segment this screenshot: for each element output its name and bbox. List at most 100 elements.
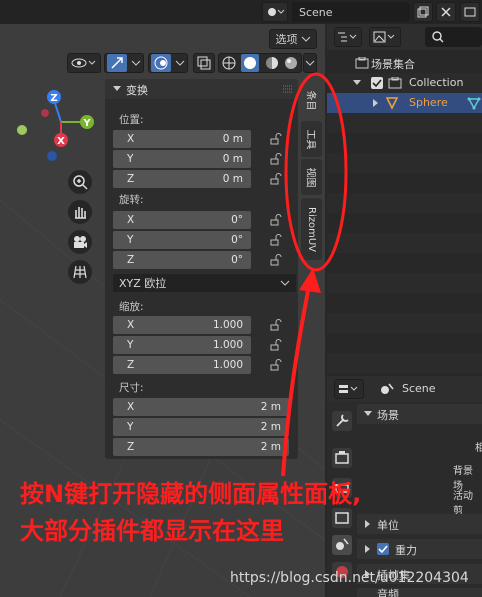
- new-scene-button[interactable]: [413, 2, 433, 22]
- field-value: 2 m: [260, 441, 281, 453]
- outliner[interactable]: 场景集合 Collection Sphere: [327, 24, 482, 374]
- camera-icon: [74, 236, 87, 248]
- hand-icon: [75, 207, 86, 219]
- lock-icon[interactable]: [270, 173, 282, 185]
- outliner-row-collection[interactable]: Collection: [327, 73, 482, 93]
- field-value: 0 m: [222, 173, 243, 185]
- pan-button[interactable]: [68, 200, 92, 224]
- location-z-field[interactable]: Z 0 m: [113, 170, 251, 188]
- checkbox[interactable]: [371, 77, 383, 89]
- tab-tool[interactable]: 工具: [301, 121, 322, 157]
- rotation-mode-value: XYZ 欧拉: [119, 277, 167, 290]
- scene-browse-button[interactable]: [262, 2, 288, 22]
- properties-icon: [339, 385, 358, 393]
- rotation-x-field[interactable]: X 0°: [113, 211, 251, 229]
- chevron-down-icon: [113, 86, 121, 91]
- outliner-row-scene-collection[interactable]: 场景集合: [327, 53, 482, 73]
- material-shading-icon[interactable]: [265, 56, 279, 70]
- lock-icon[interactable]: [270, 133, 282, 145]
- field-value: 1.000: [212, 359, 243, 371]
- dimensions-z-field[interactable]: Z 2 m: [113, 438, 289, 456]
- lock-icon[interactable]: [270, 359, 282, 371]
- overlays-icon: [151, 54, 171, 72]
- location-x-field[interactable]: X 0 m: [113, 130, 251, 148]
- image-icon: [373, 31, 395, 43]
- chevron-down-icon: [301, 36, 310, 42]
- outliner-row-sphere[interactable]: Sphere: [327, 93, 482, 113]
- rotation-z-field[interactable]: Z 0°: [113, 251, 251, 269]
- xray-toggle[interactable]: [193, 53, 215, 73]
- rotation-y-field[interactable]: Y 0°: [113, 231, 251, 249]
- overlays-dropdown[interactable]: [148, 53, 188, 73]
- gizmo-dropdown[interactable]: [104, 53, 144, 73]
- wireframe-shading-icon[interactable]: [222, 56, 236, 70]
- outliner-empty-row: [327, 233, 482, 253]
- lock-icon[interactable]: [270, 254, 282, 266]
- zoom-button[interactable]: [68, 170, 92, 194]
- filter-dropdown[interactable]: [369, 27, 401, 47]
- copy-icon: [417, 6, 429, 18]
- options-dropdown[interactable]: 选项: [269, 29, 317, 49]
- render-tab[interactable]: [332, 448, 352, 468]
- chevron-right-icon[interactable]: [372, 99, 380, 107]
- neg-y-handle[interactable]: [17, 125, 27, 135]
- display-mode-dropdown[interactable]: [334, 27, 362, 47]
- field-value: 1.000: [212, 319, 243, 331]
- chevron-down-icon[interactable]: [353, 79, 361, 87]
- neg-z-handle[interactable]: [47, 151, 57, 161]
- navigation-gizmo[interactable]: Z Y X: [14, 86, 104, 166]
- camera-view-button[interactable]: [68, 230, 92, 254]
- search-icon: [432, 31, 444, 43]
- perspective-toggle-button[interactable]: [68, 260, 92, 284]
- xray-icon: [197, 56, 211, 70]
- y-axis-label: Y: [82, 118, 91, 129]
- visibility-dropdown[interactable]: [67, 53, 101, 73]
- lock-icon[interactable]: [270, 214, 282, 226]
- annotation-text-line-2: 大部分插件都显示在这里: [20, 517, 284, 545]
- solid-shading-icon[interactable]: [241, 54, 260, 72]
- options-label: 选项: [275, 33, 298, 46]
- collection-label: Collection: [409, 76, 464, 89]
- location-y-field[interactable]: Y 0 m: [113, 150, 251, 168]
- scene-panel-header[interactable]: 场景: [357, 404, 482, 424]
- view-layer-tab[interactable]: [332, 508, 352, 528]
- transform-panel-title: 变换: [126, 84, 148, 97]
- scale-y-field[interactable]: Y 1.000: [113, 336, 251, 354]
- outliner-search-input[interactable]: [425, 27, 482, 47]
- view-layer-button[interactable]: [460, 2, 480, 22]
- grid-icon: [73, 265, 87, 279]
- editor-type-dropdown[interactable]: [334, 379, 364, 399]
- field-value: 0 m: [222, 153, 243, 165]
- scene-icon: [268, 8, 284, 16]
- lock-icon[interactable]: [270, 319, 282, 331]
- outliner-empty-row: [327, 273, 482, 293]
- tab-view[interactable]: 视图: [301, 159, 322, 195]
- mesh-data-icon[interactable]: [467, 96, 481, 110]
- field-axis: Z: [127, 441, 135, 453]
- gravity-checkbox[interactable]: [377, 543, 389, 555]
- delete-scene-button[interactable]: [436, 2, 456, 22]
- scale-x-field[interactable]: X 1.000: [113, 316, 251, 334]
- rotation-mode-dropdown[interactable]: XYZ 欧拉: [113, 274, 296, 292]
- tab-label: 视图: [304, 167, 315, 187]
- lock-icon[interactable]: [270, 234, 282, 246]
- mesh-object-icon: [385, 97, 399, 110]
- units-panel-header[interactable]: 单位: [357, 514, 482, 534]
- audio-panel-header[interactable]: 音频: [357, 588, 482, 597]
- lock-icon[interactable]: [270, 339, 282, 351]
- scene-tab[interactable]: [332, 535, 352, 555]
- dimensions-x-field[interactable]: X 2 m: [113, 398, 289, 416]
- dimensions-y-field[interactable]: Y 2 m: [113, 418, 289, 436]
- tab-item[interactable]: 条目: [301, 81, 322, 119]
- shading-mode-group[interactable]: [218, 53, 302, 73]
- tab-rizomuv[interactable]: RizomUV: [301, 198, 322, 260]
- lock-icon[interactable]: [270, 153, 282, 165]
- scene-name-field[interactable]: Scene: [292, 2, 410, 22]
- neg-x-handle[interactable]: [41, 109, 49, 117]
- rendered-shading-icon[interactable]: [284, 56, 298, 70]
- gravity-panel-header[interactable]: 重力: [357, 539, 482, 559]
- tool-tab[interactable]: [332, 411, 352, 431]
- scale-z-field[interactable]: Z 1.000: [113, 356, 251, 374]
- drag-handle-icon[interactable]: [283, 85, 293, 93]
- shading-options-dropdown[interactable]: [303, 53, 317, 73]
